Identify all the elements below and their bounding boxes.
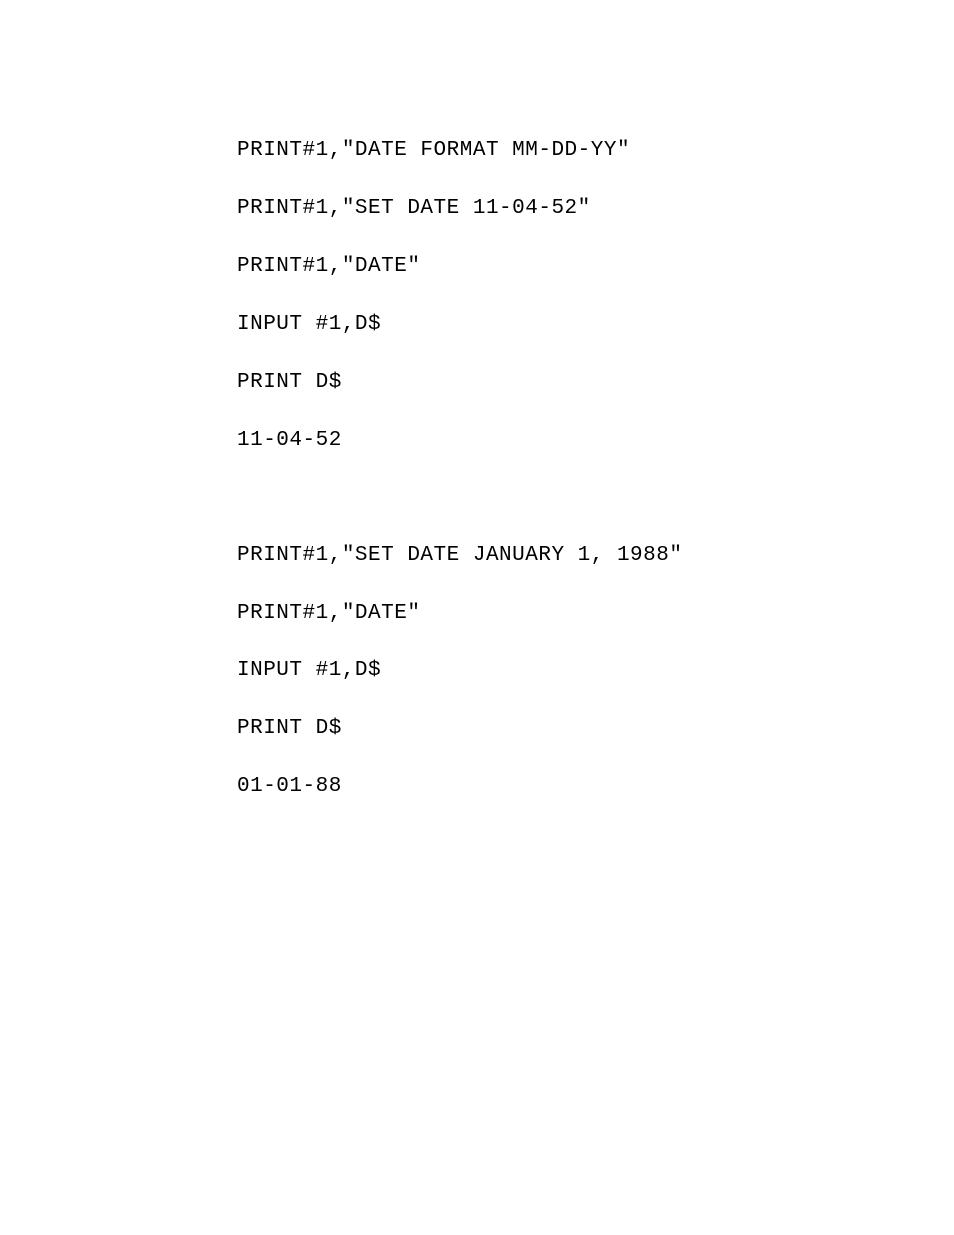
code-line: PRINT#1,"DATE FORMAT MM-DD-YY" [237, 137, 954, 166]
code-line: PRINT#1,"DATE" [237, 600, 954, 629]
code-line: 01-01-88 [237, 773, 954, 802]
code-block-2: PRINT#1,"SET DATE JANUARY 1, 1988" PRINT… [237, 513, 954, 832]
code-line: PRINT#1,"SET DATE 11-04-52" [237, 195, 954, 224]
code-line: PRINT D$ [237, 369, 954, 398]
code-line: INPUT #1,D$ [237, 657, 954, 686]
code-line: PRINT#1,"SET DATE JANUARY 1, 1988" [237, 542, 954, 571]
code-line: 11-04-52 [237, 427, 954, 456]
code-block-1: PRINT#1,"DATE FORMAT MM-DD-YY" PRINT#1,"… [237, 108, 954, 485]
code-line: INPUT #1,D$ [237, 311, 954, 340]
code-line: PRINT#1,"DATE" [237, 253, 954, 282]
code-line: PRINT D$ [237, 715, 954, 744]
